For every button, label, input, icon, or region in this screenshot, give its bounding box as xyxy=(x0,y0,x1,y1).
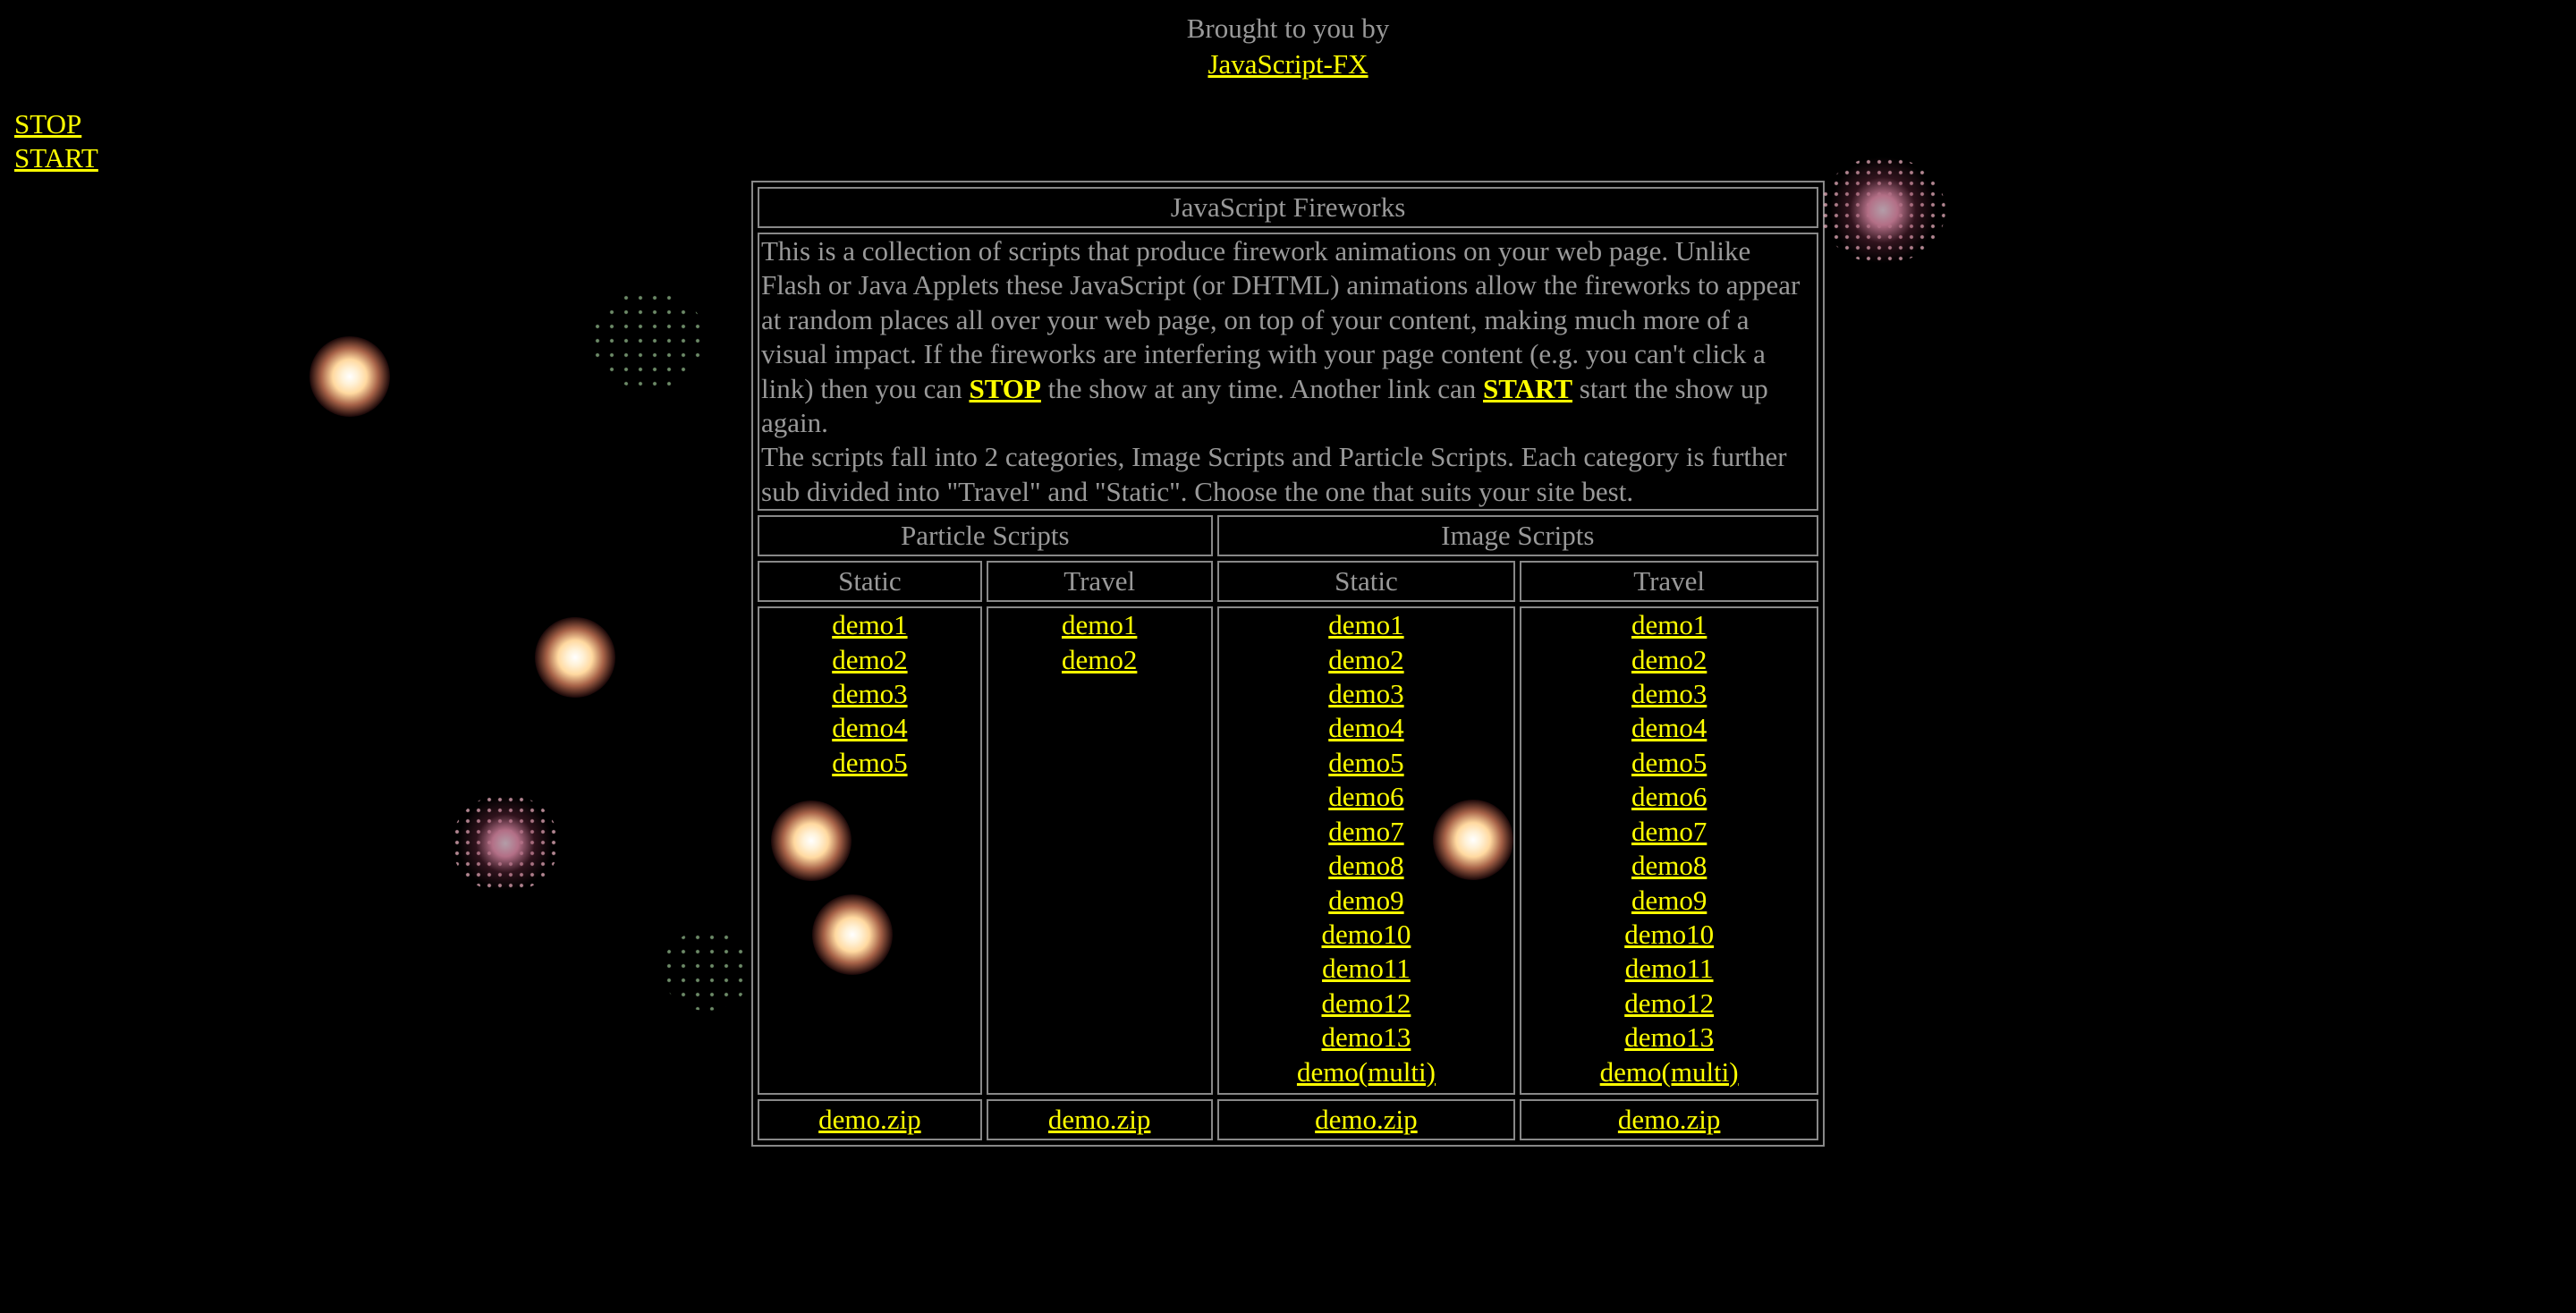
firework-sparkle xyxy=(1820,157,1945,264)
image-static-demo-link[interactable]: demo13 xyxy=(1221,1021,1513,1055)
image-scripts-header: Image Scripts xyxy=(1216,515,1818,557)
image-static-demo-link[interactable]: demo10 xyxy=(1221,918,1513,952)
image-static-demo-link[interactable]: demo2 xyxy=(1221,643,1513,677)
description-stop-link[interactable]: STOP xyxy=(969,373,1040,404)
image-travel-demo-link[interactable]: demo1 xyxy=(1523,608,1815,642)
fireworks-table: JavaScript Fireworks This is a collectio… xyxy=(751,181,1825,1148)
image-travel-demo-link[interactable]: demo5 xyxy=(1523,746,1815,780)
description: This is a collection of scripts that pro… xyxy=(758,233,1818,512)
image-static-demo-link[interactable]: demo(multi) xyxy=(1221,1055,1513,1089)
image-static-demo-link[interactable]: demo5 xyxy=(1221,746,1513,780)
image-static-demo-link[interactable]: demo7 xyxy=(1221,815,1513,849)
particle-static-demo-link[interactable]: demo3 xyxy=(761,677,979,711)
image-travel-zip-cell: demo.zip xyxy=(1520,1099,1818,1141)
particle-static-zip-link[interactable]: demo.zip xyxy=(818,1104,921,1135)
firework-burst xyxy=(309,336,390,417)
image-travel-demo-link[interactable]: demo2 xyxy=(1523,643,1815,677)
particle-static-demo-link[interactable]: demo4 xyxy=(761,711,979,745)
image-travel-zip-link[interactable]: demo.zip xyxy=(1618,1104,1721,1135)
image-static-demo-link[interactable]: demo4 xyxy=(1221,711,1513,745)
description-start-link[interactable]: START xyxy=(1483,373,1572,404)
header-credit: Brought to you by JavaScript-FX xyxy=(0,11,2576,82)
show-controls: STOP START xyxy=(14,107,98,175)
firework-sparkle xyxy=(662,930,751,1011)
firework-burst xyxy=(535,617,615,698)
particle-static-demo-link[interactable]: demo5 xyxy=(761,746,979,780)
image-static-zip-cell: demo.zip xyxy=(1216,1099,1516,1141)
particle-travel-links: demo1 demo2 xyxy=(986,606,1213,1096)
image-static-demo-link[interactable]: demo3 xyxy=(1221,677,1513,711)
javascript-fx-link[interactable]: JavaScript-FX xyxy=(1208,48,1368,80)
stop-link[interactable]: STOP xyxy=(14,107,98,141)
description-text-b: the show at any time. Another link can xyxy=(1047,372,1477,404)
particle-travel-demo-link[interactable]: demo2 xyxy=(990,643,1209,677)
image-travel-demo-link[interactable]: demo4 xyxy=(1523,711,1815,745)
table-title: JavaScript Fireworks xyxy=(758,187,1818,228)
particle-travel-zip-link[interactable]: demo.zip xyxy=(1048,1104,1151,1135)
image-travel-demo-link[interactable]: demo7 xyxy=(1523,815,1815,849)
particle-travel-demo-link[interactable]: demo1 xyxy=(990,608,1209,642)
image-travel-header: Travel xyxy=(1520,561,1818,603)
firework-sparkle xyxy=(590,291,707,389)
particle-travel-zip-cell: demo.zip xyxy=(986,1099,1213,1141)
image-static-demo-link[interactable]: demo6 xyxy=(1221,780,1513,814)
credit-text: Brought to you by xyxy=(1186,13,1390,44)
particle-static-demo-link[interactable]: demo1 xyxy=(761,608,979,642)
particle-static-demo-link[interactable]: demo2 xyxy=(761,643,979,677)
image-static-links: demo1 demo2 demo3 demo4 demo5 demo6 demo7 demo8… xyxy=(1216,606,1516,1096)
particle-static-header: Static xyxy=(758,561,982,603)
image-travel-demo-link[interactable]: demo6 xyxy=(1523,780,1815,814)
image-travel-demo-link[interactable]: demo13 xyxy=(1523,1021,1815,1055)
image-travel-demo-link[interactable]: demo10 xyxy=(1523,918,1815,952)
image-static-demo-link[interactable]: demo1 xyxy=(1221,608,1513,642)
image-static-zip-link[interactable]: demo.zip xyxy=(1315,1104,1418,1135)
particle-travel-header: Travel xyxy=(986,561,1213,603)
image-travel-demo-link[interactable]: demo11 xyxy=(1523,952,1815,986)
image-static-demo-link[interactable]: demo8 xyxy=(1221,849,1513,883)
particle-static-links: demo1 demo2 demo3 demo4 demo5 xyxy=(758,606,982,1096)
image-travel-demo-link[interactable]: demo8 xyxy=(1523,849,1815,883)
particle-scripts-header: Particle Scripts xyxy=(758,515,1213,557)
image-static-header: Static xyxy=(1216,561,1516,603)
image-static-demo-link[interactable]: demo11 xyxy=(1221,952,1513,986)
image-static-demo-link[interactable]: demo9 xyxy=(1221,884,1513,918)
image-travel-links: demo1 demo2 demo3 demo4 demo5 demo6 demo7 demo8… xyxy=(1520,606,1818,1096)
particle-static-zip-cell: demo.zip xyxy=(758,1099,982,1141)
image-travel-demo-link[interactable]: demo9 xyxy=(1523,884,1815,918)
start-link[interactable]: START xyxy=(14,141,98,175)
image-travel-demo-link[interactable]: demo3 xyxy=(1523,677,1815,711)
image-travel-demo-link[interactable]: demo12 xyxy=(1523,987,1815,1021)
image-travel-demo-link[interactable]: demo(multi) xyxy=(1523,1055,1815,1089)
description-categories-text: The scripts fall into 2 categories, Imag… xyxy=(761,441,1787,507)
image-static-demo-link[interactable]: demo12 xyxy=(1221,987,1513,1021)
firework-sparkle xyxy=(452,794,559,893)
